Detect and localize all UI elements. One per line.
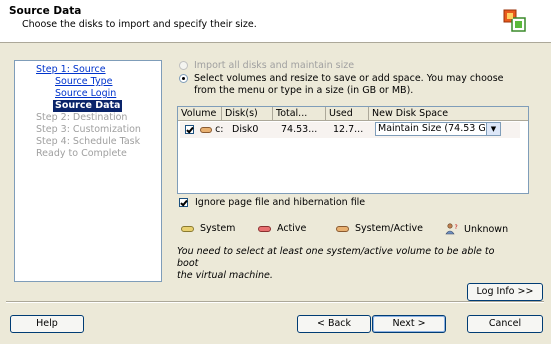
legend-system-active-label: System/Active xyxy=(355,223,424,234)
help-button[interactable]: Help xyxy=(10,315,84,333)
import-all-label: Import all disks and maintain size xyxy=(194,60,355,71)
ignore-pagefile-label: Ignore page file and hibernation file xyxy=(195,197,366,208)
note-line2: the virtual machine. xyxy=(177,270,273,281)
legend-active: Active xyxy=(258,223,306,234)
step-ready-to-complete: Ready to Complete xyxy=(36,148,127,159)
vmware-converter-logo-icon xyxy=(503,9,526,32)
table-row[interactable]: c: Disk0 74.53... 12.7... Maintain Size … xyxy=(180,122,520,138)
legend-unknown-label: Unknown xyxy=(464,223,509,235)
person-question-icon: ? xyxy=(445,223,458,235)
cancel-button[interactable]: Cancel xyxy=(467,315,543,333)
note-line1: You need to select at least one system/a… xyxy=(177,246,495,269)
import-all-radio xyxy=(179,61,188,70)
volume-checkbox[interactable] xyxy=(185,125,194,134)
table-header: Volume Disk(s) Total... Used New Disk Sp… xyxy=(178,107,528,121)
col-used[interactable]: Used xyxy=(326,107,369,120)
step-source-data-selected[interactable]: Source Data xyxy=(53,100,123,112)
disk-cell: Disk0 xyxy=(232,124,259,135)
step-customization: Step 3: Customization xyxy=(36,124,141,135)
select-volumes-line1: Select volumes and resize to save or add… xyxy=(194,73,504,84)
legend-system-label: System xyxy=(200,223,236,234)
select-volumes-label: Select volumes and resize to save or add… xyxy=(194,73,504,97)
chevron-down-icon[interactable]: ▼ xyxy=(486,123,500,135)
system-volume-icon xyxy=(181,225,194,232)
ignore-pagefile-checkbox[interactable] xyxy=(179,198,188,207)
used-cell: 12.7... xyxy=(333,124,364,135)
volume-cell: c: xyxy=(185,122,224,138)
ignore-pagefile-option[interactable]: Ignore page file and hibernation file xyxy=(179,197,365,208)
wizard-header: Source Data Choose the disks to import a… xyxy=(0,0,551,43)
import-all-option: Import all disks and maintain size xyxy=(179,60,354,71)
wizard-steps-panel: Step 1: Source Source Type Source Login … xyxy=(14,60,162,282)
legend-system: System xyxy=(181,223,235,234)
legend-active-label: Active xyxy=(277,223,307,234)
col-total[interactable]: Total... xyxy=(273,107,326,120)
step-schedule-task: Step 4: Schedule Task xyxy=(36,136,141,147)
system-active-volume-icon xyxy=(336,225,349,232)
volumes-table[interactable]: Volume Disk(s) Total... Used New Disk Sp… xyxy=(177,106,529,194)
new-disk-space-dropdown[interactable]: Maintain Size (74.53 GB) ▼ xyxy=(375,122,501,136)
step-source-login-link[interactable]: Source Login xyxy=(55,88,116,100)
active-volume-icon xyxy=(258,225,271,232)
volume-letter: c: xyxy=(215,124,224,135)
new-disk-space-value: Maintain Size (74.53 GB) xyxy=(378,123,496,134)
col-disks[interactable]: Disk(s) xyxy=(222,107,273,120)
select-volumes-radio[interactable] xyxy=(179,74,188,83)
system-active-volume-icon xyxy=(200,126,213,133)
step-source-link[interactable]: Step 1: Source xyxy=(36,64,106,76)
col-new-disk-space[interactable]: New Disk Space xyxy=(369,107,528,120)
select-volumes-option[interactable]: Select volumes and resize to save or add… xyxy=(179,73,504,97)
log-info-button[interactable]: Log Info >> xyxy=(467,283,543,301)
boot-volume-note: You need to select at least one system/a… xyxy=(177,246,507,282)
footer-separator xyxy=(6,301,544,303)
svg-text:?: ? xyxy=(455,224,458,231)
total-cell: 74.53... xyxy=(281,124,318,135)
legend-system-active: System/Active xyxy=(336,223,423,234)
page-title: Source Data xyxy=(9,5,82,17)
page-subtitle: Choose the disks to import and specify t… xyxy=(22,19,257,30)
step-destination: Step 2: Destination xyxy=(36,112,128,123)
legend-unknown: ? Unknown xyxy=(445,223,508,235)
back-button[interactable]: < Back xyxy=(297,315,371,333)
col-volume[interactable]: Volume xyxy=(178,107,222,120)
step-source-type-link[interactable]: Source Type xyxy=(55,76,112,88)
next-button[interactable]: Next > xyxy=(372,315,446,333)
select-volumes-line2: from the menu or type in a size (in GB o… xyxy=(194,85,414,96)
